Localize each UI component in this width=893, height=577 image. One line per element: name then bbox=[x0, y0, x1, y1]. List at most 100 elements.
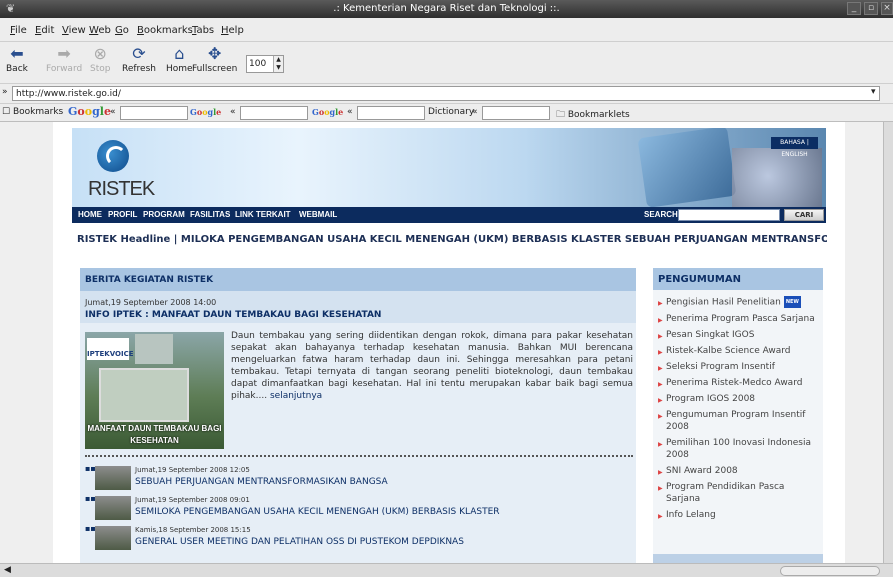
stop-button[interactable]: ⊗ Stop bbox=[90, 44, 110, 74]
menu-edit[interactable]: Edit bbox=[35, 25, 54, 36]
fullscreen-button[interactable]: ✥ Fullscreen bbox=[192, 44, 237, 74]
vertical-scrollbar[interactable] bbox=[883, 122, 893, 563]
news-item[interactable]: ▪▪ Jumat,19 September 2008 09:01 SEMILOK… bbox=[85, 494, 625, 522]
web-page: RISTEK BAHASA | ENGLISH HOME PROFIL PROG… bbox=[53, 122, 845, 563]
home-button[interactable]: ⌂ Home bbox=[166, 44, 193, 74]
forward-label: Forward bbox=[46, 64, 83, 74]
announcement-item[interactable]: Pesan Singkat IGOS bbox=[658, 329, 820, 343]
stop-label: Stop bbox=[90, 64, 111, 74]
dictionary-input[interactable] bbox=[482, 106, 550, 120]
froogle-logo: Google bbox=[312, 107, 344, 117]
berita-header: BERITA KEGIATAN RISTEK bbox=[80, 268, 636, 291]
menu-file[interactable]: File bbox=[10, 25, 27, 36]
google-logo: Google bbox=[68, 105, 111, 118]
announcement-item[interactable]: Pengumuman Program Insentif 2008 bbox=[658, 409, 820, 433]
featured-image[interactable]: IPTEKVOICE MANFAAT DAUN TEMBAKAU BAGI KE… bbox=[85, 332, 224, 449]
window-titlebar: ❦ .: Kementerian Negara Riset dan Teknol… bbox=[0, 0, 893, 18]
fullscreen-label: Fullscreen bbox=[192, 64, 238, 74]
announcement-item[interactable]: Seleksi Program Insentif bbox=[658, 361, 820, 375]
news-title[interactable]: SEBUAH PERJUANGAN MENTRANSFORMASIKAN BAN… bbox=[135, 477, 388, 487]
search-button[interactable]: CARI bbox=[784, 209, 824, 221]
froogle-input[interactable] bbox=[357, 106, 425, 120]
zoom-spinner[interactable]: 100 ▲ ▼ bbox=[246, 55, 284, 73]
dictionary-label: Dictionary bbox=[428, 107, 475, 117]
pengumuman-panel: PENGUMUMAN Pengisian Hasil PenelitianNEW… bbox=[653, 268, 823, 563]
featured-date: Jumat,19 September 2008 14:00 bbox=[85, 298, 217, 307]
announcement-list: Pengisian Hasil PenelitianNEW Penerima P… bbox=[658, 296, 820, 525]
nav-profil[interactable]: PROFIL bbox=[108, 210, 137, 219]
announcement-item[interactable]: Pemilihan 100 Inovasi Indonesia 2008 bbox=[658, 437, 820, 461]
language-switch[interactable]: BAHASA | ENGLISH bbox=[771, 137, 818, 158]
headline-ticker[interactable]: RISTEK Headline | MILOKA PENGEMBANGAN US… bbox=[77, 234, 827, 245]
back-arrow-icon: ⬅ bbox=[10, 44, 24, 63]
announcement-item[interactable]: Pengisian Hasil PenelitianNEW bbox=[658, 296, 820, 309]
minimize-button[interactable]: _ bbox=[847, 2, 861, 15]
google-search-input[interactable] bbox=[120, 106, 188, 120]
close-button[interactable]: × bbox=[881, 2, 893, 15]
featured-news: Jumat,19 September 2008 14:00 INFO IPTEK… bbox=[80, 291, 636, 323]
google-groups-logo: Google bbox=[190, 107, 222, 117]
refresh-button[interactable]: ⟳ Refresh bbox=[122, 44, 156, 74]
banner-graphic-2 bbox=[732, 148, 822, 207]
news-title[interactable]: GENERAL USER MEETING DAN PELATIHAN OSS D… bbox=[135, 537, 464, 547]
menu-bookmarks[interactable]: Bookmarks bbox=[137, 25, 193, 36]
announcement-item[interactable]: Program IGOS 2008 bbox=[658, 393, 820, 407]
new-badge: NEW bbox=[783, 296, 801, 308]
news-item[interactable]: ▪▪ Kamis,18 September 2008 15:15 GENERAL… bbox=[85, 524, 625, 552]
nav-program[interactable]: PROGRAM bbox=[143, 210, 185, 219]
menu-tabs[interactable]: Tabs bbox=[192, 25, 214, 36]
nav-fasilitas[interactable]: FASILITAS bbox=[190, 210, 230, 219]
featured-lead: Daun tembakau yang sering diidentikan de… bbox=[231, 330, 633, 402]
photo-inset bbox=[135, 334, 173, 364]
announcement-label: Pengisian Hasil Penelitian bbox=[666, 297, 781, 308]
read-more-link[interactable]: selanjutnya bbox=[270, 391, 322, 401]
pengumuman-header: PENGUMUMAN bbox=[653, 268, 823, 290]
news-title[interactable]: SEMILOKA PENGEMBANGAN USAHA KECIL MENENG… bbox=[135, 507, 500, 517]
banner-graphic bbox=[637, 128, 737, 207]
site-icon: » bbox=[2, 87, 8, 97]
news-date: Kamis,18 September 2008 15:15 bbox=[135, 526, 251, 534]
menu-help[interactable]: Help bbox=[221, 25, 244, 36]
fullscreen-icon: ✥ bbox=[207, 44, 222, 63]
scroll-left-icon[interactable]: ◀ bbox=[4, 565, 11, 575]
featured-title[interactable]: INFO IPTEK : MANFAAT DAUN TEMBAKAU BAGI … bbox=[85, 310, 381, 320]
bookmarklets-folder[interactable]: 🗀 Bookmarklets bbox=[556, 107, 630, 123]
bookmarks-label: Bookmarks bbox=[12, 107, 64, 117]
site-search-input[interactable] bbox=[678, 209, 780, 221]
dictionary-chevron[interactable]: « bbox=[472, 107, 478, 117]
forward-button[interactable]: ➡ Forward bbox=[46, 44, 82, 74]
announcement-item[interactable]: Program Pendidikan Pasca Sarjana bbox=[658, 481, 820, 505]
nav-link-terkait[interactable]: LINK TERKAIT bbox=[235, 210, 291, 219]
bookmarklets-label: Bookmarklets bbox=[567, 110, 630, 120]
news-item[interactable]: ▪▪ Jumat,19 September 2008 12:05 SEBUAH … bbox=[85, 464, 625, 492]
announcement-item[interactable]: SNI Award 2008 bbox=[658, 465, 820, 479]
google-chevron[interactable]: « bbox=[110, 107, 116, 117]
menu-web[interactable]: Web bbox=[89, 25, 111, 36]
announcement-item[interactable]: Penerima Ristek-Medco Award bbox=[658, 377, 820, 391]
location-bar: » http://www.ristek.go.id/ ▾ bbox=[0, 84, 893, 104]
scroll-thumb[interactable] bbox=[780, 566, 880, 576]
announcement-item[interactable]: Penerima Program Pasca Sarjana bbox=[658, 313, 820, 327]
google-groups-input[interactable] bbox=[240, 106, 308, 120]
navigation-toolbar: ⬅ Back ➡ Forward ⊗ Stop ⟳ Refresh ⌂ Home… bbox=[0, 42, 893, 84]
nav-webmail[interactable]: WEBMAIL bbox=[299, 210, 337, 219]
nav-home[interactable]: HOME bbox=[78, 210, 102, 219]
menu-go[interactable]: Go bbox=[115, 25, 129, 36]
url-dropdown-icon[interactable]: ▾ bbox=[871, 87, 876, 97]
froogle-chevron[interactable]: « bbox=[347, 107, 353, 117]
spinner-arrows-icon[interactable]: ▲ ▼ bbox=[273, 56, 283, 72]
announcement-item[interactable]: Info Lelang bbox=[658, 509, 820, 523]
back-button[interactable]: ⬅ Back bbox=[6, 44, 28, 74]
berita-panel: BERITA KEGIATAN RISTEK Jumat,19 Septembe… bbox=[80, 268, 636, 563]
url-input[interactable]: http://www.ristek.go.id/ bbox=[12, 86, 880, 101]
menu-view[interactable]: View bbox=[62, 25, 86, 36]
site-nav: HOME PROFIL PROGRAM FASILITAS LINK TERKA… bbox=[72, 207, 826, 223]
forward-arrow-icon: ➡ bbox=[57, 44, 71, 63]
back-label: Back bbox=[6, 64, 28, 74]
groups-chevron[interactable]: « bbox=[230, 107, 236, 117]
bookmarks-menu[interactable]: ☐ Bookmarks bbox=[2, 107, 63, 117]
maximize-button[interactable]: ▫ bbox=[864, 2, 878, 15]
horizontal-scrollbar[interactable]: ◀ bbox=[0, 563, 893, 577]
announcement-item[interactable]: Ristek-Kalbe Science Award bbox=[658, 345, 820, 359]
next-panel-header bbox=[653, 554, 823, 563]
